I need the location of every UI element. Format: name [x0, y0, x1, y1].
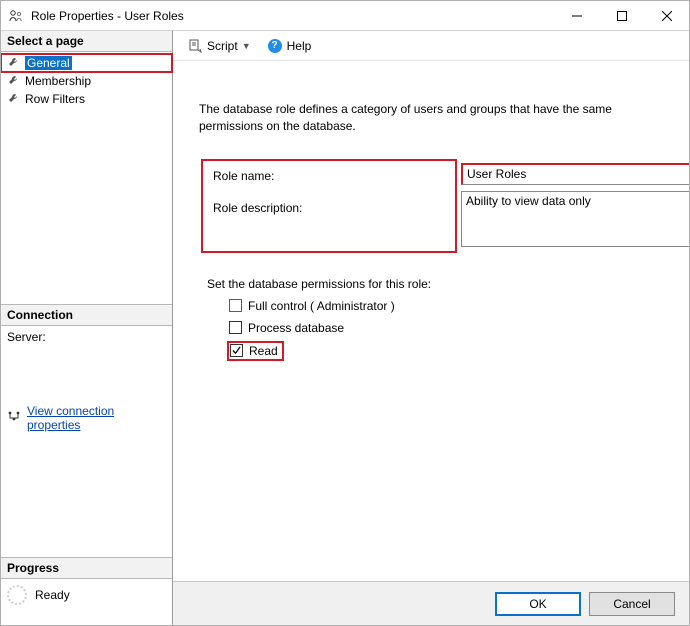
page-item-row-filters[interactable]: Row Filters [1, 90, 172, 108]
help-label: Help [287, 39, 312, 53]
close-button[interactable] [644, 1, 689, 30]
role-desc-input[interactable] [461, 191, 689, 247]
client-area: Select a page General Membership Row Fil… [1, 31, 689, 625]
role-desc-label: Role description: [213, 201, 445, 215]
page-label: General [25, 56, 72, 70]
page-label: Membership [25, 74, 91, 88]
general-page: The database role defines a category of … [173, 61, 689, 581]
wrench-icon [7, 56, 21, 70]
perm-label: Full control ( Administrator ) [248, 299, 395, 313]
toolbar: Script ▼ ? Help [173, 31, 689, 61]
role-fields-group: Role name: Role description: [201, 159, 457, 253]
maximize-button[interactable] [599, 1, 644, 30]
progress-status: Ready [35, 588, 70, 602]
permissions-section: Set the database permissions for this ro… [207, 277, 669, 359]
page-item-general[interactable]: General [1, 54, 172, 72]
server-label: Server: [7, 330, 166, 344]
permissions-title: Set the database permissions for this ro… [207, 277, 669, 291]
page-list: General Membership Row Filters [1, 52, 172, 110]
wrench-icon [7, 74, 21, 88]
checkbox-checked-icon [230, 344, 243, 357]
right-pane: Script ▼ ? Help The database role define… [173, 31, 689, 625]
help-icon: ? [267, 38, 283, 54]
wrench-icon [7, 92, 21, 106]
perm-full-control[interactable]: Full control ( Administrator ) [229, 299, 669, 313]
select-page-header: Select a page [1, 31, 172, 52]
script-button[interactable]: Script ▼ [183, 36, 255, 56]
progress-header: Progress [1, 557, 172, 579]
left-pane: Select a page General Membership Row Fil… [1, 31, 173, 625]
dialog-footer: OK Cancel [173, 581, 689, 625]
checkbox-icon [229, 321, 242, 334]
titlebar: Role Properties - User Roles [1, 1, 689, 31]
perm-read[interactable]: Read [229, 343, 282, 359]
dialog-window: Role Properties - User Roles Select a pa… [0, 0, 690, 626]
script-label: Script [207, 39, 238, 53]
cancel-button[interactable]: Cancel [589, 592, 675, 616]
minimize-button[interactable] [554, 1, 599, 30]
role-name-input[interactable] [461, 163, 689, 185]
connection-panel: Server: View connection properties [1, 326, 172, 528]
role-icon [7, 7, 25, 25]
ok-button[interactable]: OK [495, 592, 581, 616]
perm-process-database[interactable]: Process database [229, 321, 669, 335]
page-item-membership[interactable]: Membership [1, 72, 172, 90]
window-title: Role Properties - User Roles [31, 9, 554, 23]
perm-label: Read [249, 344, 278, 358]
script-icon [187, 38, 203, 54]
connection-icon [7, 409, 21, 426]
page-label: Row Filters [25, 92, 85, 106]
progress-spinner-icon [7, 585, 27, 605]
connection-header: Connection [1, 304, 172, 326]
role-description-text: The database role defines a category of … [199, 101, 663, 135]
view-connection-link[interactable]: View connection properties [27, 404, 166, 432]
chevron-down-icon: ▼ [242, 41, 251, 51]
checkbox-icon [229, 299, 242, 312]
role-name-label: Role name: [213, 169, 445, 183]
perm-label: Process database [248, 321, 344, 335]
help-button[interactable]: ? Help [263, 36, 316, 56]
progress-panel: Ready [1, 579, 172, 611]
